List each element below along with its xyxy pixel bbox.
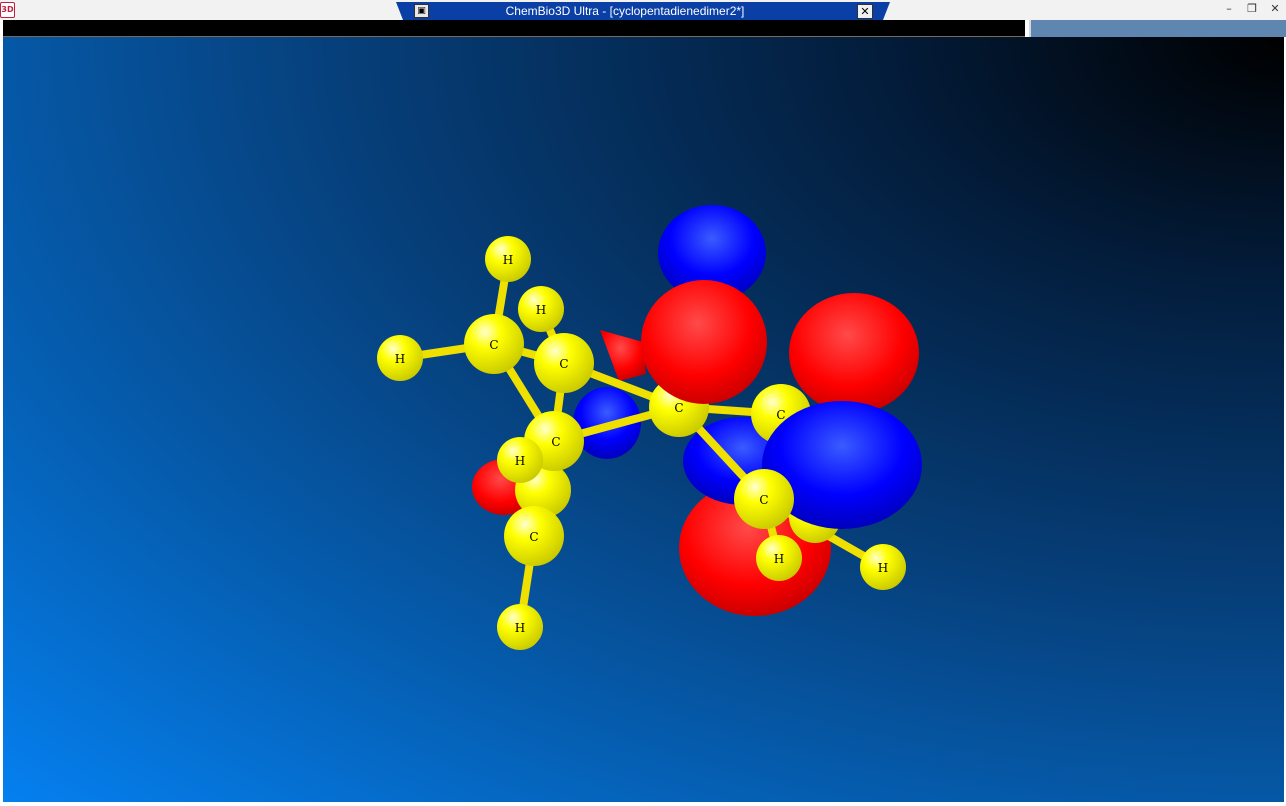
window-title: ChemBio3D Ultra - [cyclopentadienedimer2…: [505, 4, 745, 18]
atom-label: H: [515, 621, 525, 635]
document-icon[interactable]: ▣: [414, 4, 429, 18]
close-window-button[interactable]: ✕: [1266, 2, 1284, 16]
minimize-button[interactable]: –: [1220, 2, 1238, 16]
atom-label: C: [559, 357, 568, 371]
atom-label: H: [536, 303, 546, 317]
toolbar-strip: [3, 20, 1025, 37]
orbital-lobe-positive: [641, 280, 767, 404]
molecule-viewport[interactable]: H H H C C C C H C C C H H H: [3, 37, 1284, 802]
orbital-lobe-positive: [789, 293, 919, 413]
atom-label: C: [551, 435, 560, 449]
chembio3d-app-icon[interactable]: 3D: [0, 2, 15, 18]
atom-label: C: [776, 408, 785, 422]
molecule-model[interactable]: H H H C C C C H C C C H H H: [3, 37, 1284, 802]
side-panel-header[interactable]: [1029, 20, 1286, 37]
close-document-button[interactable]: ✕: [857, 4, 873, 19]
orbital-lobe-positive: [600, 330, 646, 381]
atom-label: H: [515, 454, 525, 468]
atom-label: C: [489, 338, 498, 352]
atom-label: C: [674, 401, 683, 415]
atom-label: C: [529, 530, 538, 544]
atom-label: H: [878, 561, 888, 575]
atom-label: H: [774, 552, 784, 566]
atom-label: H: [395, 352, 405, 366]
title-bar: 3D ▣ ChemBio3D Ultra - [cyclopentadiened…: [0, 0, 1286, 21]
atom-label: H: [503, 253, 513, 267]
atom-label: C: [759, 493, 768, 507]
restore-button[interactable]: ❐: [1243, 2, 1261, 16]
